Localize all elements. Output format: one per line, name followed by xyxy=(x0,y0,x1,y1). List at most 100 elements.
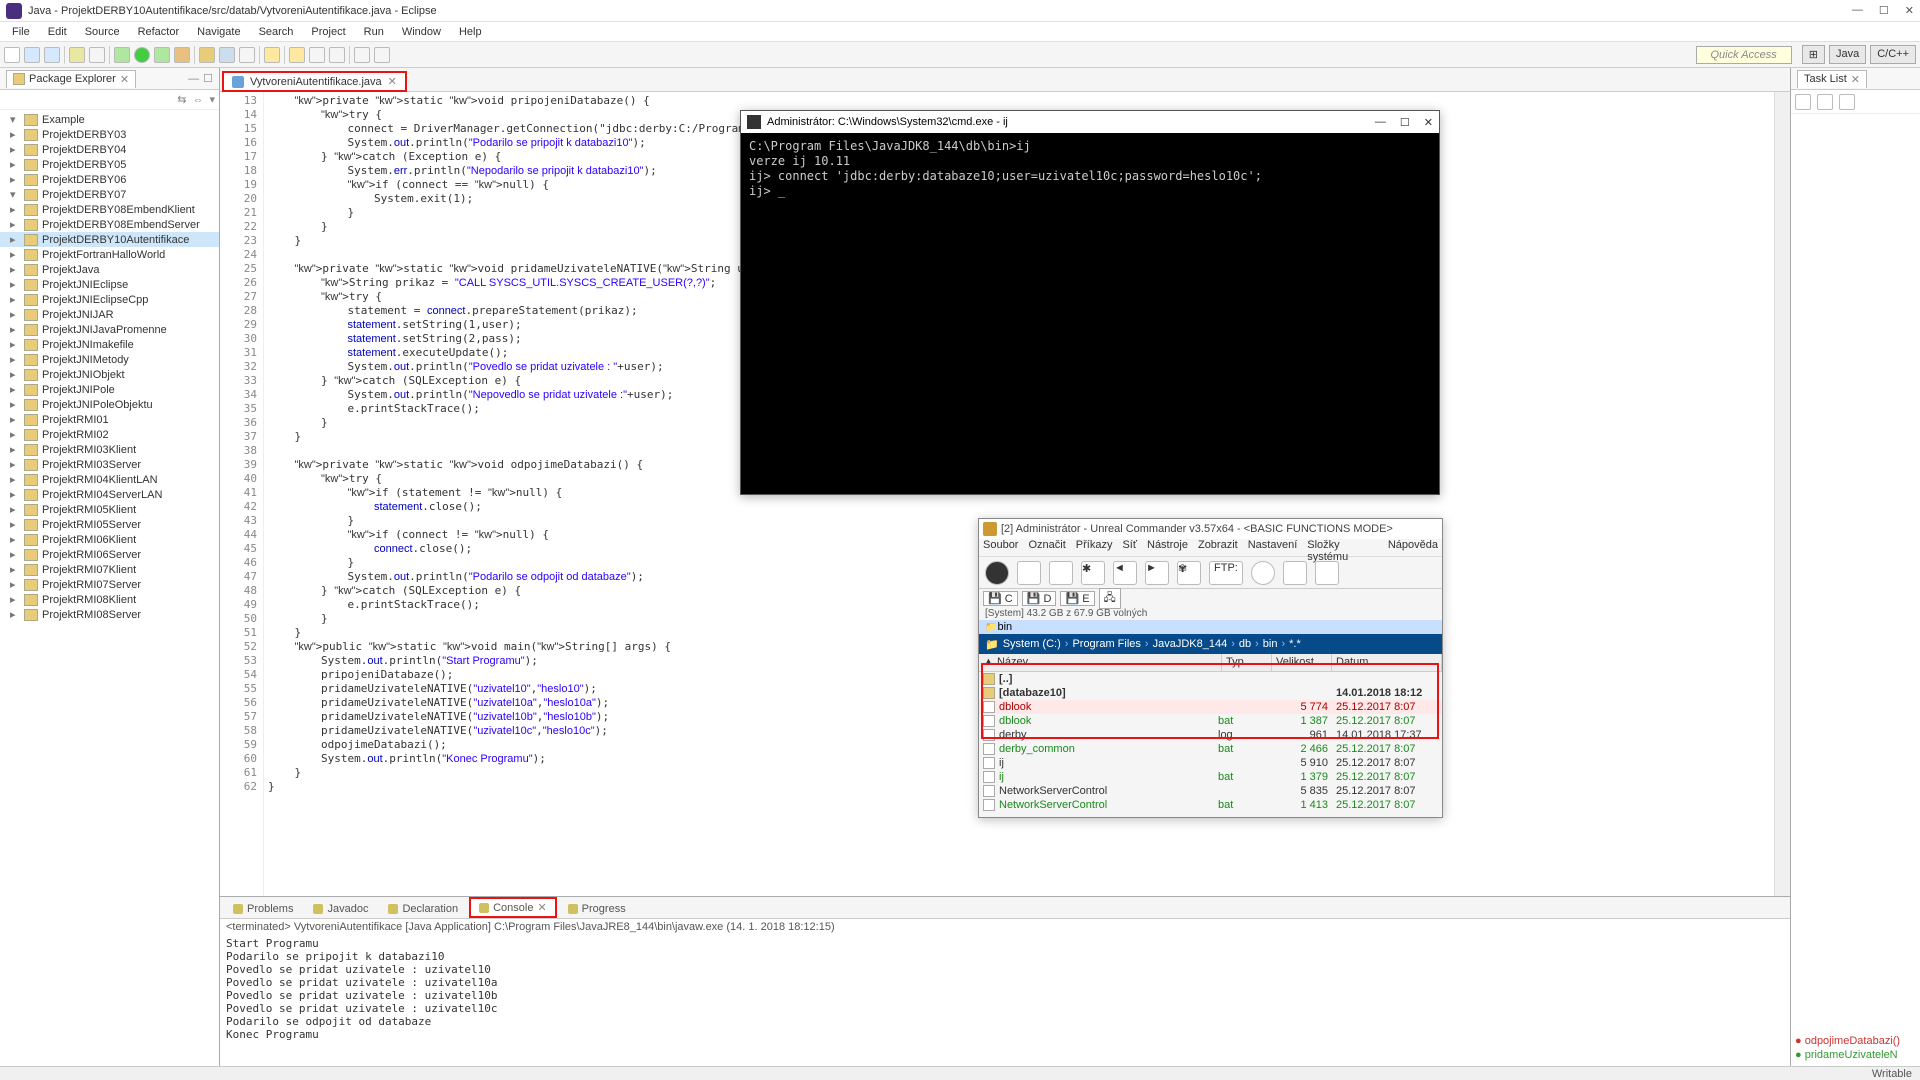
close-view-icon[interactable]: ✕ xyxy=(120,73,129,86)
console-output[interactable]: Start Programu Podarilo se pripojit k da… xyxy=(220,935,1790,1066)
menu-run[interactable]: Run xyxy=(356,24,392,40)
task-list-tab[interactable]: Task List ✕ xyxy=(1797,70,1867,88)
project-item[interactable]: ▾Example xyxy=(0,112,219,127)
uc-drive-net[interactable]: 🖧 xyxy=(1099,588,1121,609)
twist-icon[interactable]: ▸ xyxy=(10,203,20,216)
unreal-commander-window[interactable]: [2] Administrátor - Unreal Commander v3.… xyxy=(978,518,1443,818)
uc-path-bar[interactable]: 📁 bin xyxy=(979,620,1442,634)
project-item[interactable]: ▸ProjektJNIJAR xyxy=(0,307,219,322)
twist-icon[interactable]: ▸ xyxy=(10,518,20,531)
project-item[interactable]: ▸ProjektRMI06Server xyxy=(0,547,219,562)
tab-declaration[interactable]: Declaration xyxy=(379,900,467,918)
cpp-perspective-button[interactable]: C/C++ xyxy=(1870,45,1916,64)
twist-icon[interactable]: ▸ xyxy=(10,263,20,276)
uc-drive-d[interactable]: 💾 D xyxy=(1022,591,1057,606)
project-item[interactable]: ▸ProjektRMI04KlientLAN xyxy=(0,472,219,487)
twist-icon[interactable]: ▸ xyxy=(10,173,20,186)
twist-icon[interactable]: ▸ xyxy=(10,503,20,516)
twist-icon[interactable]: ▸ xyxy=(10,488,20,501)
twist-icon[interactable]: ▸ xyxy=(10,323,20,336)
annotation-icon[interactable] xyxy=(309,47,325,63)
open-type-icon[interactable] xyxy=(239,47,255,63)
twist-icon[interactable]: ▸ xyxy=(10,413,20,426)
close-button[interactable]: ✕ xyxy=(1905,4,1914,17)
back-icon[interactable] xyxy=(354,47,370,63)
close-view-icon[interactable]: ✕ xyxy=(1851,73,1860,86)
tab-progress[interactable]: Progress xyxy=(559,900,635,918)
uc-file-row[interactable]: [..] xyxy=(979,672,1442,686)
tab-console[interactable]: Console ✕ xyxy=(469,897,557,918)
new-package-icon[interactable] xyxy=(199,47,215,63)
menu-window[interactable]: Window xyxy=(394,24,449,40)
uc-column-headers[interactable]: ▲ Název Typ Velikost Datum xyxy=(979,654,1442,672)
twist-icon[interactable]: ▸ xyxy=(10,158,20,171)
project-item[interactable]: ▸ProjektJNIObjekt xyxy=(0,367,219,382)
project-item[interactable]: ▸ProjektRMI03Klient xyxy=(0,442,219,457)
ext-tools-icon[interactable] xyxy=(174,47,190,63)
twist-icon[interactable]: ▸ xyxy=(10,308,20,321)
project-item[interactable]: ▸ProjektDERBY05 xyxy=(0,157,219,172)
package-explorer-tab[interactable]: Package Explorer ✕ xyxy=(6,70,136,88)
uc-tag-icon[interactable] xyxy=(1315,561,1339,585)
uc-file-row[interactable]: ijbat1 37925.12.2017 8:07 xyxy=(979,770,1442,784)
twist-icon[interactable]: ▸ xyxy=(10,578,20,591)
project-item[interactable]: ▸ProjektJNIEclipseCpp xyxy=(0,292,219,307)
menu-navigate[interactable]: Navigate xyxy=(189,24,248,40)
uc-breadcrumb[interactable]: 📁System (C:)›Program Files›JavaJDK8_144›… xyxy=(979,634,1442,654)
twist-icon[interactable]: ▸ xyxy=(10,293,20,306)
task-sync-icon[interactable] xyxy=(1817,94,1833,110)
cmd-window[interactable]: Administrátor: C:\Windows\System32\cmd.e… xyxy=(740,110,1440,495)
uc-refresh-icon[interactable] xyxy=(985,561,1009,585)
project-item[interactable]: ▸ProjektJNIEclipse xyxy=(0,277,219,292)
uc-crumb[interactable]: Program Files xyxy=(1072,638,1140,650)
view-menu-icon[interactable]: ▾ xyxy=(209,93,215,106)
quick-access-input[interactable]: Quick Access xyxy=(1696,46,1792,64)
uc-file-row[interactable]: NetworkServerControlbat1 41325.12.2017 8… xyxy=(979,798,1442,812)
collapse-all-icon[interactable]: ⇆ xyxy=(177,93,186,106)
twist-icon[interactable]: ▸ xyxy=(10,458,20,471)
twist-icon[interactable]: ▸ xyxy=(10,398,20,411)
uc-menu-item[interactable]: Označit xyxy=(1028,539,1065,556)
project-item[interactable]: ▸ProjektRMI08Klient xyxy=(0,592,219,607)
minimize-view-icon[interactable]: — xyxy=(188,73,199,85)
maximize-button[interactable]: ☐ xyxy=(1879,4,1889,17)
menu-help[interactable]: Help xyxy=(451,24,490,40)
uc-crumb[interactable]: JavaJDK8_144 xyxy=(1153,638,1228,650)
uc-file-row[interactable]: NetworkServerControl5 83525.12.2017 8:07 xyxy=(979,784,1442,798)
project-item[interactable]: ▸ProjektRMI02 xyxy=(0,427,219,442)
save-icon[interactable] xyxy=(24,47,40,63)
uc-drive-c[interactable]: 💾 C xyxy=(983,591,1018,606)
debug-icon[interactable] xyxy=(114,47,130,63)
uc-disk-icon[interactable] xyxy=(1251,561,1275,585)
project-item[interactable]: ▸ProjektDERBY06 xyxy=(0,172,219,187)
forward-icon[interactable] xyxy=(374,47,390,63)
uc-menu-item[interactable]: Soubor xyxy=(983,539,1018,556)
uc-right-icon[interactable]: ► xyxy=(1145,561,1169,585)
project-item[interactable]: ▸ProjektDERBY03 xyxy=(0,127,219,142)
twist-icon[interactable]: ▸ xyxy=(10,563,20,576)
twist-icon[interactable]: ▸ xyxy=(10,233,20,246)
uc-menu-item[interactable]: Zobrazit xyxy=(1198,539,1238,556)
close-tab-icon[interactable]: ✕ xyxy=(537,901,546,914)
skip-bp-icon[interactable] xyxy=(89,47,105,63)
cmd-minimize-button[interactable]: — xyxy=(1375,116,1386,129)
twist-icon[interactable]: ▸ xyxy=(10,128,20,141)
new-icon[interactable] xyxy=(4,47,20,63)
menu-edit[interactable]: Edit xyxy=(40,24,75,40)
uc-share-icon[interactable] xyxy=(1283,561,1307,585)
project-item[interactable]: ▸ProjektDERBY10Autentifikace xyxy=(0,232,219,247)
save-all-icon[interactable] xyxy=(44,47,60,63)
project-item[interactable]: ▸ProjektJNIPoleObjektu xyxy=(0,397,219,412)
twist-icon[interactable]: ▸ xyxy=(10,593,20,606)
uc-menu-item[interactable]: Síť xyxy=(1122,539,1137,556)
twist-icon[interactable]: ▸ xyxy=(10,248,20,261)
cmd-close-button[interactable]: ✕ xyxy=(1424,116,1433,129)
twist-icon[interactable]: ▸ xyxy=(10,548,20,561)
uc-title-bar[interactable]: [2] Administrátor - Unreal Commander v3.… xyxy=(979,519,1442,539)
uc-drive-e[interactable]: 💾 E xyxy=(1060,591,1094,606)
tab-problems[interactable]: Problems xyxy=(224,900,302,918)
twist-icon[interactable]: ▸ xyxy=(10,608,20,621)
cmd-maximize-button[interactable]: ☐ xyxy=(1400,116,1410,129)
project-item[interactable]: ▸ProjektRMI08Server xyxy=(0,607,219,622)
uc-crumb[interactable]: bin xyxy=(1263,638,1278,650)
